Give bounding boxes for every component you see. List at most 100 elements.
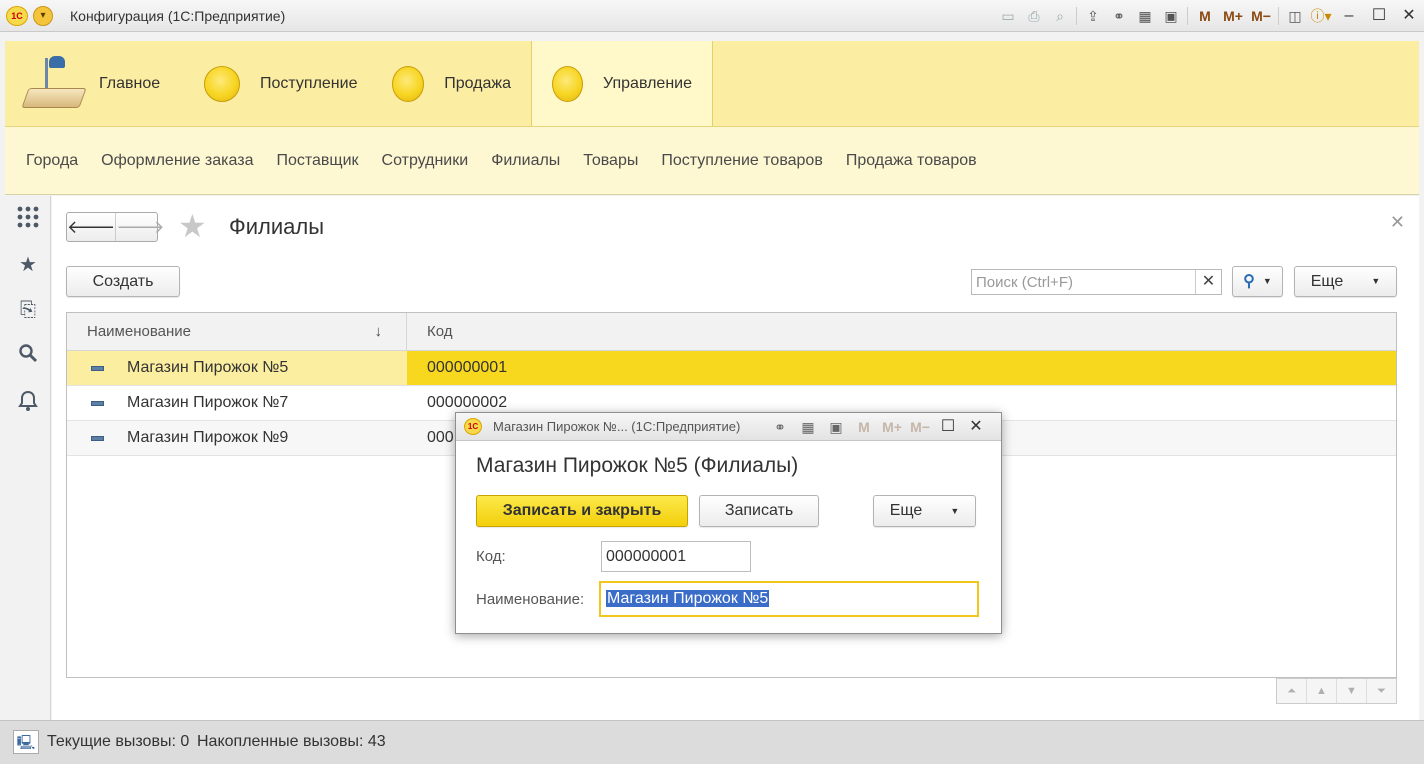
item-marker-icon	[91, 436, 104, 441]
close-dialog-icon[interactable]: ✕	[962, 416, 990, 438]
dialog-window-title: Магазин Пирожок №... (1С:Предприятие)	[493, 419, 741, 434]
table-header: Наименование ↓ Код	[67, 313, 1396, 351]
column-label: Наименование	[87, 323, 191, 340]
section-management[interactable]: Управление	[531, 41, 713, 126]
cell-text: Магазин Пирожок №7	[127, 394, 289, 411]
save-button[interactable]: Записать	[699, 495, 819, 527]
func-goods-sales[interactable]: Продажа товаров	[846, 152, 977, 170]
section-label: Поступление	[260, 74, 358, 92]
item-marker-icon	[91, 401, 104, 406]
notifications-icon[interactable]	[15, 390, 41, 416]
all-functions-icon[interactable]	[15, 206, 41, 232]
circle-icon	[392, 65, 425, 102]
sort-arrow-icon: ↓	[374, 323, 383, 340]
func-employees[interactable]: Сотрудники	[382, 152, 469, 170]
code-field[interactable]: 000000001	[601, 541, 751, 572]
current-calls-text: Текущие вызовы: 0	[47, 733, 190, 750]
name-cell: Магазин Пирожок №7	[67, 386, 407, 420]
func-goods-receipt[interactable]: Поступление товаров	[661, 152, 822, 170]
section-sales[interactable]: Продажа	[380, 41, 531, 126]
minimize-icon[interactable]: –	[1334, 5, 1364, 27]
more-button[interactable]: Еще ▼	[1294, 266, 1397, 297]
column-header-code[interactable]: Код	[407, 313, 453, 350]
sections-panel: Главное Поступление Продажа Управление	[5, 41, 1419, 127]
scroll-up-icon[interactable]: ▲	[1307, 679, 1337, 703]
func-branches[interactable]: Филиалы	[491, 152, 560, 170]
scroll-first-icon[interactable]: ⏶	[1277, 679, 1307, 703]
code-cell: 000000001	[407, 351, 1396, 385]
preview-icon[interactable]: ⌕	[1047, 5, 1073, 27]
performance-monitor-icon[interactable]: 🖳	[13, 730, 39, 754]
print-icon[interactable]: ⎙	[1021, 5, 1047, 27]
app-logo-icon: 1С	[6, 6, 28, 26]
memory-m-button[interactable]: M	[1191, 5, 1219, 27]
glasses-icon[interactable]: ⚭	[1106, 5, 1132, 27]
close-window-icon[interactable]: ✕	[1394, 5, 1424, 27]
code-label: Код:	[476, 548, 506, 565]
back-arrow-icon[interactable]: 🡐	[67, 213, 115, 241]
column-header-name[interactable]: Наименование ↓	[67, 313, 407, 350]
dialog-more-button[interactable]: Еще ▼	[873, 495, 976, 527]
tool-strip: ★ ⎘	[5, 196, 51, 720]
memory-plus-button[interactable]: M+	[1219, 5, 1247, 27]
dialog-toolbar: ⚭ ▦ ▣ M M+ M− ☐ ✕	[766, 415, 990, 439]
save-and-close-button[interactable]: Записать и закрыть	[476, 495, 688, 527]
item-dialog: 1С Магазин Пирожок №... (1С:Предприятие)…	[455, 412, 1002, 634]
history-icon[interactable]: ⎘	[15, 297, 41, 323]
create-button[interactable]: Создать	[66, 266, 180, 297]
favorites-icon[interactable]: ★	[15, 252, 41, 278]
memory-plus-button[interactable]: M+	[878, 419, 906, 435]
memory-minus-button[interactable]: M−	[1247, 5, 1275, 27]
search-icon[interactable]	[15, 343, 41, 369]
calendar-icon[interactable]: ▣	[1158, 5, 1184, 27]
table-row[interactable]: Магазин Пирожок №5 000000001	[67, 351, 1396, 386]
name-cell: Магазин Пирожок №5	[67, 351, 407, 385]
dialog-heading: Магазин Пирожок №5 (Филиалы)	[476, 454, 799, 477]
clear-search-icon[interactable]: ✕	[1195, 270, 1221, 294]
func-cities[interactable]: Города	[26, 152, 78, 170]
column-label: Код	[427, 323, 453, 340]
section-main[interactable]: Главное	[5, 41, 192, 126]
nav-buttons: 🡐 🡒	[66, 212, 165, 242]
window-title: Конфигурация (1С:Предприятие)	[70, 8, 286, 24]
scroll-last-icon[interactable]: ⏷	[1367, 679, 1396, 703]
search-placeholder: Поиск (Ctrl+F)	[976, 274, 1073, 291]
find-button[interactable]: ⚲ ▼	[1232, 266, 1283, 297]
main-menu-button[interactable]: ▾	[33, 6, 53, 26]
link-icon[interactable]: ⇪	[1080, 5, 1106, 27]
circle-icon	[204, 65, 240, 102]
status-bar: 🖳 Текущие вызовы: 0 Накопленные вызовы: …	[0, 720, 1424, 764]
name-label: Наименование:	[476, 591, 585, 608]
more-label: Еще	[1310, 273, 1344, 290]
info-icon[interactable]: ⓘ▾	[1308, 5, 1334, 27]
section-receipt[interactable]: Поступление	[192, 41, 380, 126]
section-label: Управление	[603, 74, 692, 92]
chevron-down-icon: ▼	[1262, 276, 1272, 287]
search-input[interactable]: Поиск (Ctrl+F) ✕	[971, 269, 1222, 295]
toolbar-divider	[1187, 7, 1188, 25]
cell-text: Магазин Пирожок №9	[127, 429, 289, 446]
section-label: Продажа	[444, 74, 511, 92]
glasses-icon[interactable]: ⚭	[766, 419, 794, 436]
page-title: Филиалы	[229, 214, 325, 239]
memory-m-button[interactable]: M	[850, 419, 878, 435]
name-field[interactable]: Магазин Пирожок №5	[599, 581, 979, 617]
maximize-icon[interactable]: ☐	[1364, 5, 1394, 27]
section-label: Главное	[99, 74, 161, 92]
memory-minus-button[interactable]: M−	[906, 419, 934, 435]
calendar-icon[interactable]: ▣	[822, 419, 850, 436]
add-to-favorites-star-icon[interactable]: ★	[178, 210, 207, 242]
maximize-icon[interactable]: ☐	[934, 416, 962, 438]
panels-icon[interactable]: ◫	[1282, 5, 1308, 27]
close-form-icon[interactable]: ✕	[1390, 212, 1405, 233]
circle-icon	[552, 65, 584, 102]
func-supplier[interactable]: Поставщик	[276, 152, 358, 170]
chevron-down-icon: ▼	[950, 506, 960, 516]
forward-arrow-icon[interactable]: 🡒	[115, 213, 165, 241]
calculator-icon[interactable]: ▦	[1132, 5, 1158, 27]
func-order[interactable]: Оформление заказа	[101, 152, 253, 170]
calculator-icon[interactable]: ▦	[794, 419, 822, 436]
func-goods[interactable]: Товары	[583, 152, 638, 170]
scroll-down-icon[interactable]: ▼	[1337, 679, 1367, 703]
save-icon[interactable]: ▭	[995, 5, 1021, 27]
